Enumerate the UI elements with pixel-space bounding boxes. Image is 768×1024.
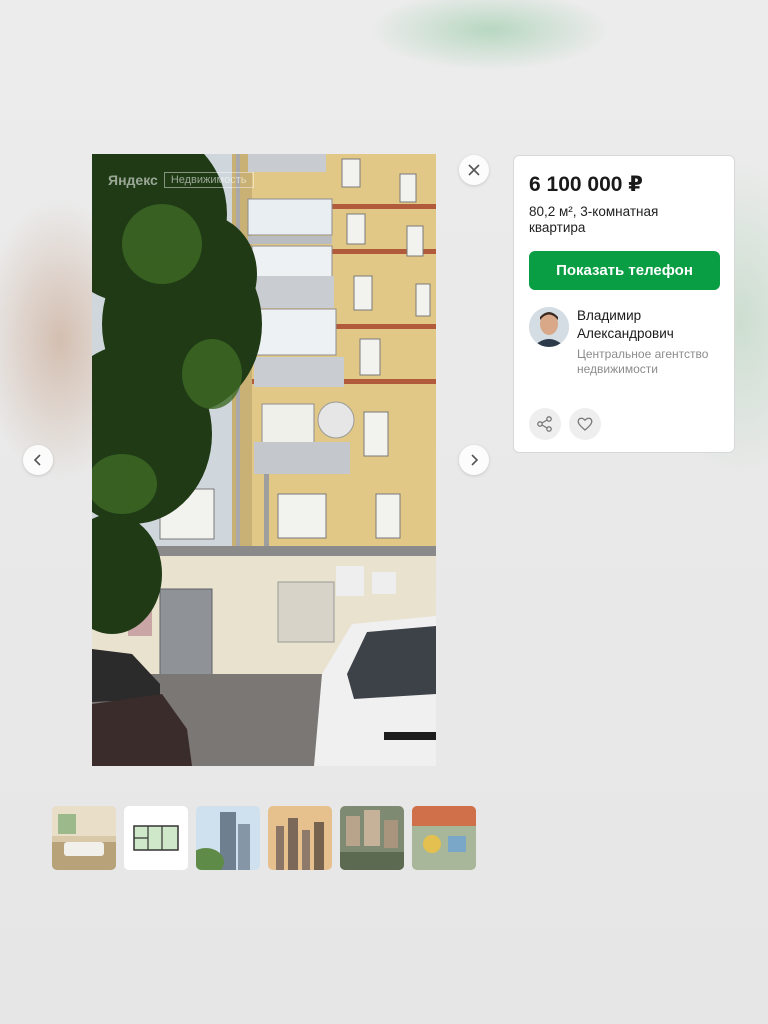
thumbnail-city-skyline[interactable] [268,806,332,870]
next-photo-button[interactable] [459,445,489,475]
offer-card: 6 100 000 ₽ 80,2 м², 3-комнатная квартир… [513,155,735,453]
close-icon [468,164,480,176]
thumbnail-playground[interactable] [412,806,476,870]
heart-icon [577,417,593,431]
chevron-left-icon [33,454,41,466]
thumbnail-aerial-block[interactable] [340,806,404,870]
close-button[interactable] [459,155,489,185]
watermark-brand: Яндекс [108,172,158,188]
thumbnail-tower-exterior[interactable] [196,806,260,870]
share-button[interactable] [529,408,561,440]
share-icon [537,416,552,432]
thumbnail-living-room[interactable] [52,806,116,870]
thumbnail-floor-plan[interactable] [124,806,188,870]
offer-description: 80,2 м², 3-комнатная квартира [529,204,659,235]
listing-photo[interactable]: Яндекс Недвижимость [92,154,436,766]
agent-name[interactable]: Владимир Александрович [577,307,727,343]
thumbnail-strip [52,806,476,870]
favorite-button[interactable] [569,408,601,440]
agent-company[interactable]: Центральное агентство недвижимости [577,347,727,377]
prev-photo-button[interactable] [23,445,53,475]
show-phone-button[interactable]: Показать телефон [529,251,720,290]
watermark-box: Недвижимость [163,172,254,188]
watermark: Яндекс Недвижимость [108,172,254,188]
price: 6 100 000 ₽ [529,173,643,196]
chevron-right-icon [471,454,479,466]
avatar[interactable] [529,307,569,347]
